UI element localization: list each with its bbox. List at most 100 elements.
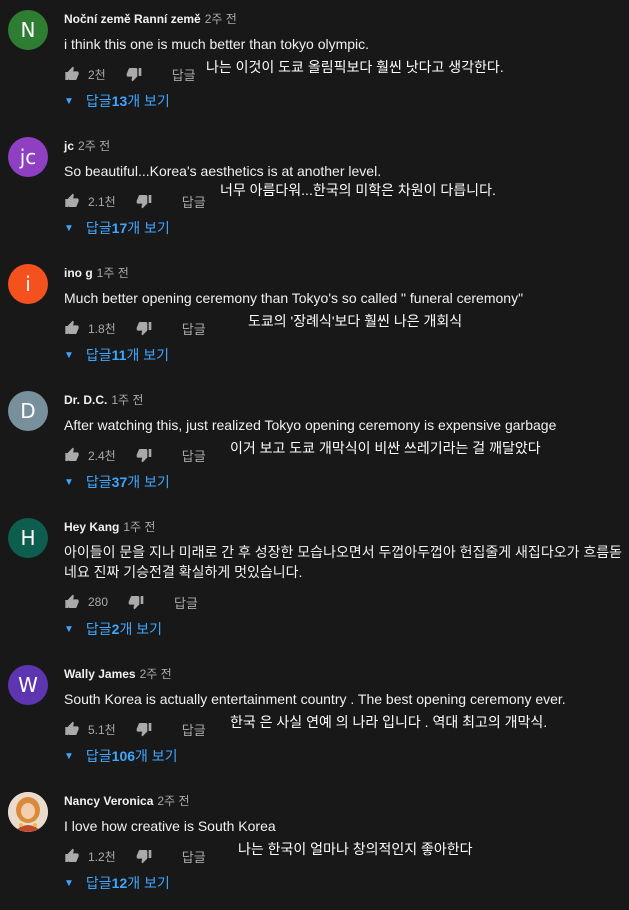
thumbs-up-icon bbox=[65, 193, 79, 207]
like-button[interactable]: 1.2천 bbox=[64, 848, 116, 865]
avatar-letter: N bbox=[20, 18, 36, 42]
view-replies-button[interactable]: ▼ 답글 12 개 보기 bbox=[64, 873, 170, 893]
avatar-letter: i bbox=[25, 272, 31, 296]
thumbs-down-icon bbox=[136, 449, 152, 463]
dislike-button[interactable] bbox=[136, 193, 152, 209]
like-button[interactable]: 280 bbox=[64, 594, 108, 610]
reply-button[interactable]: 답글 bbox=[182, 192, 206, 211]
reply-count: 106 bbox=[111, 748, 136, 764]
avatar[interactable] bbox=[8, 792, 48, 832]
author-name[interactable]: Dr. D.C. bbox=[64, 393, 107, 407]
comment-header: jc 2주 전 bbox=[64, 139, 110, 153]
avatar[interactable]: W bbox=[8, 665, 48, 705]
dislike-button[interactable] bbox=[136, 447, 152, 463]
avatar-letter: W bbox=[18, 673, 38, 697]
timestamp[interactable]: 2주 전 bbox=[140, 667, 172, 681]
reply-count: 11 bbox=[111, 347, 127, 363]
avatar[interactable]: jc bbox=[8, 137, 48, 177]
translation-caption: 이거 보고 도쿄 개막식이 비싼 쓰레기라는 걸 깨달았다 bbox=[230, 439, 541, 457]
comment-header: Wally James 2주 전 bbox=[64, 667, 172, 681]
reply-button[interactable]: 답글 bbox=[172, 65, 196, 84]
view-replies-prefix: 답글 bbox=[85, 875, 112, 891]
timestamp[interactable]: 2주 전 bbox=[205, 12, 237, 26]
dislike-button[interactable] bbox=[136, 848, 152, 864]
view-replies-prefix: 답글 bbox=[85, 347, 112, 363]
dislike-button[interactable] bbox=[128, 594, 144, 610]
view-replies-button[interactable]: ▼ 답글 17 개 보기 bbox=[64, 218, 170, 238]
view-replies-suffix: 개 보기 bbox=[119, 621, 162, 637]
avatar[interactable]: N bbox=[8, 10, 48, 50]
translation-caption: 한국 은 사실 연예 의 나라 입니다 . 역대 최고의 개막식. bbox=[230, 713, 548, 731]
comment-header: ino g 1주 전 bbox=[64, 266, 129, 280]
avatar-letter: D bbox=[20, 399, 36, 423]
author-name[interactable]: Noční země Ranní země bbox=[64, 12, 201, 26]
author-name[interactable]: jc bbox=[64, 139, 74, 153]
dislike-button[interactable] bbox=[136, 320, 152, 336]
view-replies-suffix: 개 보기 bbox=[127, 474, 170, 490]
comment-header: Hey Kang 1주 전 bbox=[64, 520, 155, 534]
author-name[interactable]: Nancy Veronica bbox=[64, 794, 153, 808]
view-replies-prefix: 답글 bbox=[85, 621, 112, 637]
dislike-button[interactable] bbox=[126, 66, 142, 82]
translation-caption: 나는 한국이 얼마나 창의적인지 좋아한다 bbox=[238, 840, 473, 858]
view-replies-button[interactable]: ▼ 답글 2개 보기 bbox=[64, 619, 162, 639]
view-replies-suffix: 개 보기 bbox=[135, 748, 178, 764]
dislike-button[interactable] bbox=[136, 721, 152, 737]
translation-caption: 도쿄의 '장례식'보다 훨씬 나은 개회식 bbox=[248, 312, 463, 330]
reply-count: 13 bbox=[111, 93, 128, 109]
like-count: 1.2천 bbox=[88, 849, 116, 864]
thumbs-down-icon bbox=[126, 68, 142, 82]
reply-button[interactable]: 답글 bbox=[182, 319, 206, 338]
thumbs-up-icon bbox=[65, 721, 79, 735]
author-name[interactable]: ino g bbox=[64, 266, 93, 280]
comment-text: After watching this, just realized Tokyo… bbox=[64, 417, 557, 433]
view-replies-prefix: 답글 bbox=[85, 220, 112, 236]
comment-text: 아이들이 문을 지나 미래로 간 후 성장한 모습나오면서 두껍아두껍아 헌집줄… bbox=[64, 544, 622, 580]
view-replies-button[interactable]: ▼ 답글 11 개 보기 bbox=[64, 345, 169, 365]
comment-actions: 2.1천 답글 bbox=[64, 189, 206, 213]
avatar-letter: H bbox=[20, 526, 36, 550]
like-button[interactable]: 2.4천 bbox=[64, 447, 116, 464]
timestamp[interactable]: 1주 전 bbox=[123, 520, 155, 534]
thumbs-up-icon bbox=[65, 66, 79, 80]
view-replies-button[interactable]: ▼ 답글 13 개 보기 bbox=[64, 91, 170, 111]
caret-down-icon: ▼ bbox=[64, 476, 74, 488]
avatar-letter: jc bbox=[19, 145, 37, 169]
thumbs-up-icon bbox=[65, 320, 79, 334]
comment-text: I love how creative is South Korea bbox=[64, 818, 276, 834]
like-button[interactable]: 1.8천 bbox=[64, 320, 116, 337]
reply-button[interactable]: 답글 bbox=[174, 593, 198, 612]
thumbs-down-icon bbox=[136, 195, 152, 209]
timestamp[interactable]: 1주 전 bbox=[111, 393, 143, 407]
comment-actions: 5.1천 답글 bbox=[64, 717, 206, 741]
reply-button[interactable]: 답글 bbox=[182, 720, 206, 739]
like-button[interactable]: 2.1천 bbox=[64, 193, 116, 210]
author-name[interactable]: Wally James bbox=[64, 667, 136, 681]
view-replies-button[interactable]: ▼ 답글 37 개 보기 bbox=[64, 472, 170, 492]
comment-text: i think this one is much better than tok… bbox=[64, 36, 370, 52]
timestamp[interactable]: 2주 전 bbox=[78, 139, 110, 153]
reply-count: 37 bbox=[111, 474, 128, 490]
author-name[interactable]: Hey Kang bbox=[64, 520, 119, 534]
caret-down-icon: ▼ bbox=[64, 222, 74, 234]
reply-button[interactable]: 답글 bbox=[182, 847, 206, 866]
comment-text: So beautiful...Korea's aesthetics is at … bbox=[64, 163, 382, 179]
like-button[interactable]: 5.1천 bbox=[64, 721, 116, 738]
comment-text: Much better opening ceremony than Tokyo'… bbox=[64, 290, 524, 306]
avatar[interactable]: i bbox=[8, 264, 48, 304]
timestamp[interactable]: 1주 전 bbox=[97, 266, 129, 280]
avatar[interactable]: D bbox=[8, 391, 48, 431]
avatar[interactable]: H bbox=[8, 518, 48, 558]
profile-photo-icon bbox=[8, 792, 48, 832]
reply-count: 2 bbox=[111, 621, 120, 637]
caret-down-icon: ▼ bbox=[64, 95, 74, 107]
comment-actions: 2.4천 답글 bbox=[64, 443, 206, 467]
view-replies-prefix: 답글 bbox=[85, 748, 112, 764]
thumbs-down-icon bbox=[136, 850, 152, 864]
view-replies-suffix: 개 보기 bbox=[127, 93, 170, 109]
view-replies-button[interactable]: ▼ 답글 106 개 보기 bbox=[64, 746, 178, 766]
translation-caption: 너무 아름다워...한국의 미학은 차원이 다릅니다. bbox=[220, 181, 496, 199]
like-button[interactable]: 2천 bbox=[64, 66, 106, 83]
reply-button[interactable]: 답글 bbox=[182, 446, 206, 465]
timestamp[interactable]: 2주 전 bbox=[157, 794, 189, 808]
